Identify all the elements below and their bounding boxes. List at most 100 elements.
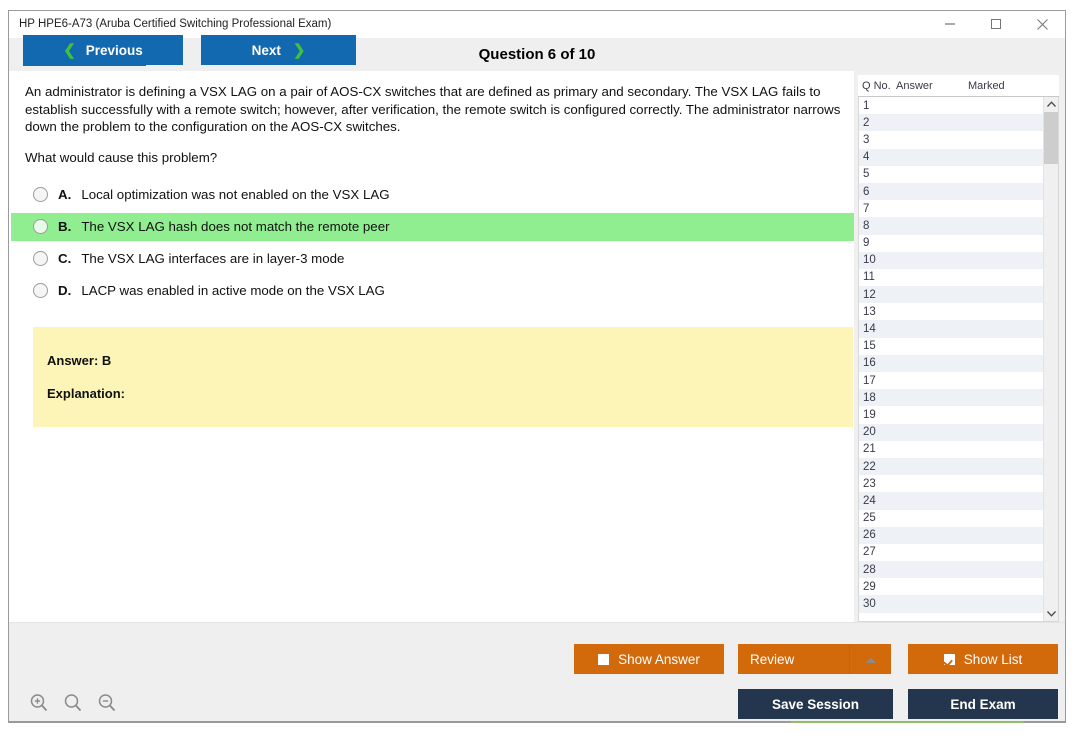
- option-radio[interactable]: [33, 251, 48, 267]
- option-radio[interactable]: [33, 219, 48, 235]
- row-q-no: 27: [863, 546, 876, 559]
- save-session-label: Save Session: [771, 696, 860, 712]
- option-row[interactable]: A. Local optimization was not enabled on …: [11, 181, 854, 209]
- row-q-no: 21: [863, 443, 876, 456]
- question-list-row[interactable]: 3: [859, 131, 1043, 148]
- close-icon: [1036, 18, 1049, 31]
- question-list-row[interactable]: 4: [859, 148, 1043, 166]
- question-list-row[interactable]: 23: [859, 475, 1043, 492]
- question-list-row[interactable]: 11: [859, 269, 1043, 286]
- row-q-no: 14: [863, 323, 876, 336]
- scrollbar-thumb[interactable]: [1044, 112, 1058, 164]
- save-session-button[interactable]: Save Session: [738, 689, 893, 719]
- maximize-button[interactable]: [973, 11, 1019, 37]
- show-answer-checkbox[interactable]: [598, 653, 610, 665]
- title-bar: HP HPE6-A73 (Aruba Certified Switching P…: [9, 11, 1065, 38]
- zoom-in-icon[interactable]: [29, 693, 49, 718]
- question-list-row[interactable]: 16: [859, 354, 1043, 372]
- row-q-no: 20: [863, 426, 876, 439]
- exam-window: HP HPE6-A73 (Aruba Certified Switching P…: [8, 10, 1066, 722]
- option-row[interactable]: C. The VSX LAG interfaces are in layer-3 …: [11, 245, 854, 273]
- window-controls: [927, 11, 1065, 37]
- option-row[interactable]: B. The VSX LAG hash does not match the re…: [11, 212, 854, 241]
- question-list-row[interactable]: 5: [859, 166, 1043, 183]
- row-q-no: 7: [863, 202, 870, 215]
- question-pane: An administrator is defining a VSX LAG o…: [9, 71, 854, 622]
- end-exam-label: End Exam: [950, 696, 1016, 712]
- row-q-no: 10: [863, 254, 876, 267]
- show-list-button[interactable]: Show List: [908, 644, 1058, 674]
- previous-button[interactable]: ❮ Previous: [23, 35, 183, 65]
- row-q-no: 17: [863, 374, 876, 387]
- row-q-no: 3: [863, 133, 870, 146]
- column-header-answer: Answer: [896, 79, 933, 92]
- row-q-no: 12: [863, 288, 876, 301]
- review-dropdown[interactable]: Review: [738, 644, 891, 674]
- triangle-up-icon: [865, 652, 877, 667]
- row-q-no: 19: [863, 408, 876, 421]
- question-list-row[interactable]: 26: [859, 526, 1043, 544]
- question-list-row[interactable]: 27: [859, 544, 1043, 561]
- column-header-q-no: Q No.: [862, 79, 891, 92]
- zoom-reset-icon[interactable]: [63, 693, 83, 718]
- row-q-no: 2: [863, 116, 870, 129]
- question-list-header: Q No. Answer Marked: [858, 75, 1059, 97]
- question-list-row[interactable]: 14: [859, 320, 1043, 338]
- question-list-row[interactable]: 1: [859, 97, 1043, 114]
- question-list-row[interactable]: 20: [859, 423, 1043, 441]
- chevron-up-icon: [1046, 100, 1056, 110]
- row-q-no: 9: [863, 237, 870, 250]
- window-bottom-edge: [8, 721, 1066, 723]
- option-text: The VSX LAG interfaces are in layer-3 mo…: [81, 251, 345, 267]
- option-radio[interactable]: [33, 187, 48, 203]
- question-list-row[interactable]: 15: [859, 338, 1043, 355]
- row-q-no: 28: [863, 563, 876, 576]
- row-q-no: 13: [863, 305, 876, 318]
- question-list-row[interactable]: 28: [859, 561, 1043, 579]
- question-list-row[interactable]: 6: [859, 182, 1043, 201]
- question-list-row[interactable]: 29: [859, 578, 1043, 595]
- question-list-row[interactable]: 24: [859, 492, 1043, 510]
- question-list-row[interactable]: 30: [859, 595, 1043, 613]
- next-label: Next: [251, 42, 281, 58]
- question-list-row[interactable]: 18: [859, 389, 1043, 407]
- row-q-no: 26: [863, 529, 876, 542]
- zoom-out-icon[interactable]: [97, 693, 117, 718]
- question-list-panel: Q No. Answer Marked 1 2 3 4 5 6 7 8 9 10 11 12 13 14 1…: [854, 71, 1065, 622]
- scroll-down-button[interactable]: [1044, 606, 1058, 621]
- question-list-row[interactable]: 17: [859, 372, 1043, 389]
- option-letter: C.: [58, 251, 72, 267]
- show-answer-label: Show Answer: [618, 651, 700, 667]
- question-list-row[interactable]: 19: [859, 406, 1043, 423]
- end-exam-button[interactable]: End Exam: [908, 689, 1058, 719]
- question-list-row[interactable]: 8: [859, 217, 1043, 235]
- question-list-row[interactable]: 7: [859, 200, 1043, 217]
- row-q-no: 18: [863, 391, 876, 404]
- explanation-label: Explanation:: [47, 385, 126, 401]
- next-button[interactable]: Next ❯: [201, 35, 356, 65]
- question-list-row[interactable]: 21: [859, 441, 1043, 458]
- question-list-row[interactable]: 9: [859, 235, 1043, 252]
- question-list-row[interactable]: 2: [859, 114, 1043, 132]
- scrollbar-track[interactable]: [1044, 112, 1058, 606]
- answer-panel: Answer: B Explanation:: [33, 326, 853, 427]
- question-list-row[interactable]: 22: [859, 457, 1043, 476]
- question-list-row[interactable]: 10: [859, 251, 1043, 269]
- row-q-no: 15: [863, 340, 876, 353]
- scroll-up-button[interactable]: [1044, 97, 1058, 112]
- row-q-no: 24: [863, 494, 876, 507]
- question-list-scrollbar[interactable]: [1043, 97, 1058, 621]
- option-letter: A.: [58, 187, 72, 203]
- question-list-row[interactable]: 13: [859, 303, 1043, 320]
- option-radio[interactable]: [33, 283, 48, 299]
- question-list-row[interactable]: 25: [859, 510, 1043, 527]
- question-list-row[interactable]: 12: [859, 286, 1043, 304]
- show-list-checkbox[interactable]: [943, 653, 955, 665]
- minimize-button[interactable]: [927, 11, 973, 37]
- show-answer-button[interactable]: Show Answer: [574, 644, 724, 674]
- review-label: Review: [750, 651, 795, 667]
- close-button[interactable]: [1019, 11, 1065, 37]
- answer-value: Answer: B: [47, 352, 112, 368]
- review-dropdown-arrow[interactable]: [849, 644, 891, 674]
- option-row[interactable]: D. LACP was enabled in active mode on the…: [11, 277, 854, 305]
